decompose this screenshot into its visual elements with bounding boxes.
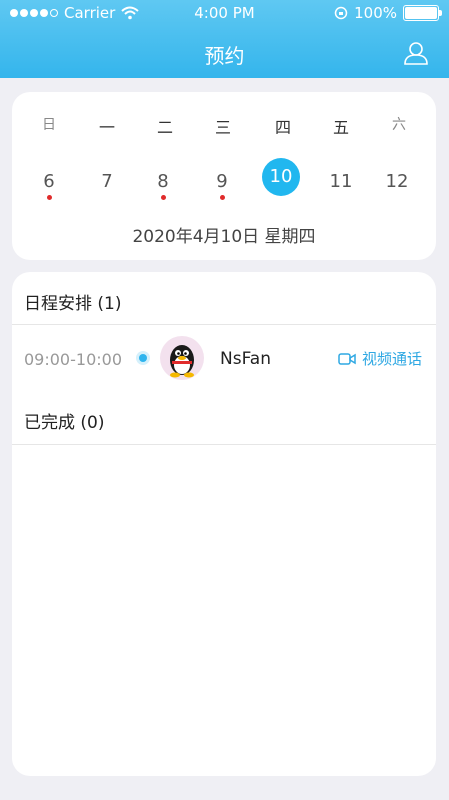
page-title: 预约 [204, 44, 245, 68]
selected-date-label: 2020年4月10日 星期四 [132, 227, 316, 247]
contact-name: NsFan [220, 349, 271, 369]
completed-title: 已完成 (0) [24, 413, 105, 433]
penguin-avatar-icon [170, 345, 194, 378]
schedule-title: 日程安排 (1) [24, 294, 122, 314]
status-bar: Carrier 4:00 PM 100% [0, 4, 449, 24]
app-header: Carrier 4:00 PM 100% 预约 [0, 0, 449, 78]
weekday-thu: 四 [274, 118, 291, 137]
battery-label: 100% [354, 4, 397, 22]
calendar-card: 日 一 二 三 四 五 六 6 7 8 9 10 11 12 2020年4月10… [12, 92, 436, 260]
weekday-row: 日 一 二 三 四 五 六 [12, 114, 436, 137]
battery-icon [403, 5, 442, 21]
schedule-time: 09:00-10:00 [24, 350, 122, 369]
event-marker-6 [47, 195, 52, 200]
date-11[interactable]: 11 [321, 162, 361, 202]
video-call-button[interactable]: 视频通话 [338, 348, 422, 369]
user-icon[interactable] [403, 40, 429, 66]
rotation-lock-icon [334, 6, 348, 20]
weekday-sat: 六 [392, 117, 406, 133]
completed-divider [12, 444, 436, 445]
video-camera-icon [338, 352, 356, 365]
avatar [160, 336, 204, 380]
weekday-wed: 三 [214, 118, 231, 137]
schedule-card: 日程安排 (1) 09:00-10:00 NsFan 视频通话 已完成 (0) [12, 272, 436, 776]
weekday-mon: 一 [98, 118, 115, 137]
date-7[interactable]: 7 [87, 162, 127, 202]
video-call-label: 视频通话 [361, 350, 422, 368]
date-10-selected[interactable]: 10 [262, 158, 300, 196]
date-12[interactable]: 12 [377, 162, 417, 202]
battery-area: 100% [334, 4, 442, 22]
event-marker-9 [220, 195, 225, 200]
event-marker-8 [161, 195, 166, 200]
weekday-sun: 日 [42, 117, 56, 133]
schedule-divider [12, 324, 436, 325]
weekday-fri: 五 [332, 118, 349, 137]
status-dot [139, 354, 147, 362]
weekday-tue: 二 [156, 118, 173, 137]
